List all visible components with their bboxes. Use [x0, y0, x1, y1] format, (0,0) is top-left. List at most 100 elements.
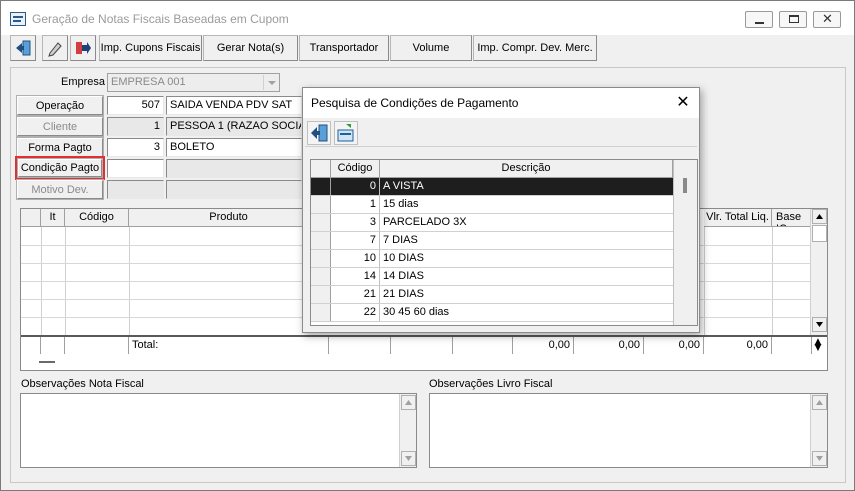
- imp-compr-dev-merc-button[interactable]: Imp. Compr. Dev. Merc.: [473, 35, 597, 61]
- dialog-results-grid[interactable]: Código Descrição 0A VISTA 1 15 dias 3 PARC…: [310, 159, 698, 326]
- obs-livro-scrollbar[interactable]: [810, 394, 827, 467]
- gerar-notas-button[interactable]: Gerar Nota(s): [203, 35, 298, 61]
- grid-vertical-scrollbar[interactable]: [810, 209, 827, 335]
- scroll-up-arrow-icon[interactable]: [812, 209, 827, 224]
- total-codigo-cell: [65, 337, 129, 354]
- exit-door-icon: [311, 124, 328, 142]
- row-code: 10: [331, 250, 380, 267]
- transportador-button[interactable]: Transportador: [299, 35, 389, 61]
- motivo-dev-button[interactable]: Motivo Dev.: [16, 179, 104, 200]
- dialog-row[interactable]: 21 21 DIAS: [311, 286, 673, 304]
- scroll-thumb[interactable]: [683, 178, 687, 193]
- total-label: Total:: [129, 337, 329, 354]
- total-indicator-cell: [21, 337, 41, 354]
- empresa-select[interactable]: EMPRESA 001: [107, 73, 280, 92]
- grid-header-vlr-total-liq: Vlr. Total Liq.: [704, 209, 772, 227]
- row-code: 21: [331, 286, 380, 303]
- operacao-button[interactable]: Operação: [16, 95, 104, 116]
- row-code: 3: [331, 214, 380, 231]
- row-desc: 30 45 60 dias: [383, 306, 450, 318]
- row-code: 14: [331, 268, 380, 285]
- total-empty-cell: [329, 337, 391, 354]
- dialog-header-codigo: Código: [331, 160, 380, 178]
- row-code: 0: [331, 178, 380, 195]
- obs-nota-scrollbar[interactable]: [399, 394, 416, 467]
- grid-header-it: It: [41, 209, 65, 227]
- dialog-select-button[interactable]: [334, 121, 358, 145]
- condicao-pagto-button[interactable]: Condição Pagto: [17, 158, 103, 178]
- restore-icon: [789, 15, 799, 23]
- chevron-down-icon: [263, 75, 278, 90]
- forma-pagto-button[interactable]: Forma Pagto: [16, 137, 104, 158]
- dialog-row[interactable]: 0A VISTA: [311, 178, 673, 196]
- export-arrow-icon: [76, 42, 91, 54]
- dialog-row[interactable]: 1 15 dias: [311, 196, 673, 214]
- scroll-down-arrow-icon[interactable]: [401, 451, 416, 466]
- scroll-thumb[interactable]: [812, 225, 827, 242]
- cliente-desc-field: PESSOA 1 (RAZAO SOCIAL: [166, 117, 302, 136]
- motivo-dev-desc-field: [166, 180, 302, 199]
- row-code: 7: [331, 232, 380, 249]
- total-value-3: 0,00: [644, 337, 704, 354]
- obs-livro-fiscal-label: Observações Livro Fiscal: [429, 378, 553, 390]
- export-button[interactable]: [70, 35, 96, 61]
- scroll-spinner-icon[interactable]: ▲ ▼: [811, 338, 825, 353]
- total-value-2: 0,00: [574, 337, 644, 354]
- obs-livro-fiscal-textarea[interactable]: [429, 393, 828, 468]
- row-desc: 14 DIAS: [383, 270, 424, 282]
- minimize-button[interactable]: [745, 11, 773, 28]
- row-desc: 21 DIAS: [383, 288, 424, 300]
- obs-nota-fiscal-label: Observações Nota Fiscal: [21, 378, 144, 390]
- motivo-dev-code-field[interactable]: [107, 180, 164, 199]
- row-code: 22: [331, 304, 380, 321]
- dialog-row[interactable]: 77 DIAS: [311, 232, 673, 250]
- dialog-row[interactable]: 14 14 DIAS: [311, 268, 673, 286]
- total-it-cell: [41, 337, 65, 354]
- toolbar: Imp. Cupons Fiscais Gerar Nota(s) Transp…: [10, 35, 600, 61]
- restore-button[interactable]: [779, 11, 807, 28]
- row-desc: 7 DIAS: [383, 234, 418, 246]
- total-value-1: 0,00: [513, 337, 574, 354]
- dialog-grid-scrollbar[interactable]: [673, 160, 697, 325]
- imp-cupons-fiscais-button[interactable]: Imp. Cupons Fiscais: [99, 35, 202, 61]
- dialog-header-descricao: Descrição: [380, 160, 673, 178]
- empresa-value: EMPRESA 001: [111, 76, 186, 88]
- row-desc: 15 dias: [383, 198, 419, 210]
- condicao-pagto-desc-field: [166, 159, 302, 178]
- title-bar: Geração de Notas Fiscais Baseadas em Cup…: [1, 1, 854, 35]
- close-icon: ✕: [822, 12, 833, 27]
- dialog-grid-indicator-header: [311, 160, 331, 178]
- dialog-row[interactable]: 10 10 DIAS: [311, 250, 673, 268]
- scroll-down-arrow-icon[interactable]: [812, 451, 827, 466]
- horizontal-scroll-indicator[interactable]: [39, 361, 55, 363]
- grid-total-row: Total: 0,00 0,00 0,00 0,00: [21, 335, 827, 354]
- obs-nota-fiscal-textarea[interactable]: [20, 393, 417, 468]
- volume-button[interactable]: Volume: [390, 35, 472, 61]
- row-desc: A VISTA: [380, 178, 673, 195]
- total-empty-cell: [453, 337, 513, 354]
- exit-button[interactable]: [10, 35, 36, 61]
- dialog-close-icon[interactable]: ✕: [675, 94, 691, 111]
- cliente-button[interactable]: Cliente: [16, 116, 104, 137]
- grid-indicator-header: [21, 209, 41, 227]
- grid-header-codigo: Código: [65, 209, 129, 227]
- condicao-pagto-code-field[interactable]: [107, 159, 164, 178]
- dialog-row[interactable]: 3 PARCELADO 3X: [311, 214, 673, 232]
- operacao-code-field[interactable]: 507: [107, 96, 164, 115]
- dialog-row[interactable]: 22 30 45 60 dias: [311, 304, 673, 322]
- scroll-up-arrow-icon[interactable]: [401, 395, 416, 410]
- exit-door-icon: [16, 40, 31, 56]
- grid-header-produto: Produto: [129, 209, 329, 227]
- cliente-code-field[interactable]: 1: [107, 117, 164, 136]
- minimize-icon: [755, 22, 764, 24]
- dialog-exit-button[interactable]: [307, 121, 331, 145]
- payment-condition-search-dialog: Pesquisa de Condições de Pagamento ✕ Cód…: [302, 87, 700, 333]
- forma-pagto-desc-field: BOLETO: [166, 138, 302, 157]
- scroll-up-arrow-icon[interactable]: [812, 395, 827, 410]
- edit-button[interactable]: [42, 35, 68, 61]
- close-window-button[interactable]: ✕: [813, 11, 841, 28]
- scroll-down-arrow-icon[interactable]: [812, 317, 827, 332]
- forma-pagto-code-field[interactable]: 3: [107, 138, 164, 157]
- grid-header-base-ic: Base IC: [772, 209, 812, 227]
- total-empty-cell: [772, 337, 812, 354]
